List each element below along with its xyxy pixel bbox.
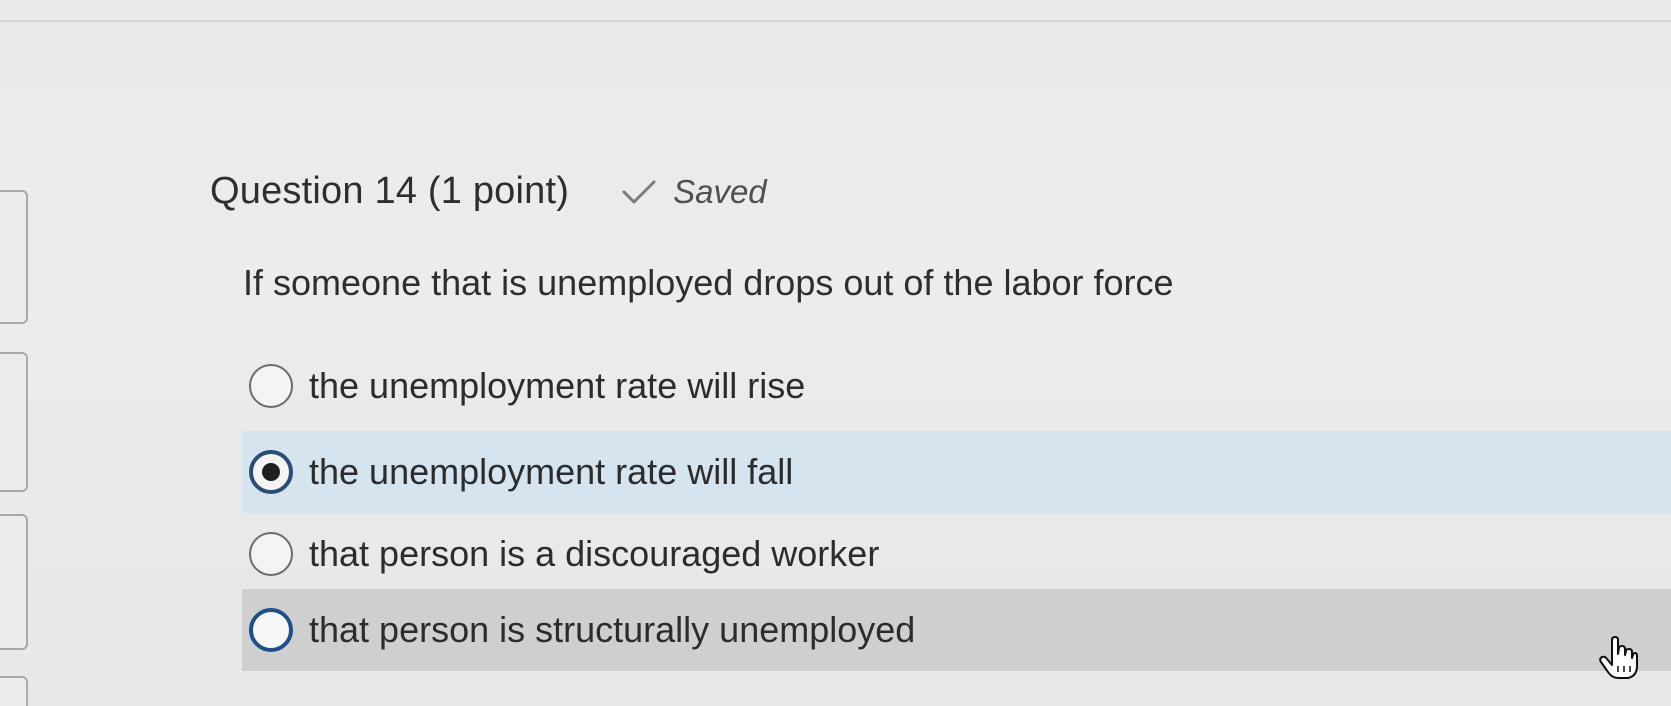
answer-option-label: the unemployment rate will fall: [309, 451, 794, 492]
question-nav-tab[interactable]: [0, 352, 28, 492]
quiz-screen: Question 14 (1 point) Saved If someone t…: [0, 0, 1671, 706]
answer-option-label: that person is structurally unemployed: [309, 609, 916, 650]
question-title: Question 14 (1 point): [210, 170, 570, 212]
top-divider: [0, 20, 1671, 22]
check-icon: [619, 177, 659, 207]
radio-button[interactable]: [249, 608, 293, 652]
saved-label: Saved: [673, 172, 767, 210]
question-nav-tab[interactable]: [0, 676, 28, 706]
answer-option-label: the unemployment rate will rise: [309, 365, 806, 406]
radio-button-checked[interactable]: [249, 450, 293, 494]
answer-option-hovered[interactable]: that person is structurally unemployed: [242, 589, 1671, 671]
question-prompt: If someone that is unemployed drops out …: [243, 262, 1174, 303]
answer-option[interactable]: that person is a discouraged worker: [242, 513, 1671, 595]
question-nav-tab[interactable]: [0, 190, 28, 324]
answer-option-label: that person is a discouraged worker: [309, 533, 880, 574]
answer-option[interactable]: the unemployment rate will rise: [242, 345, 1671, 427]
question-nav-rail: [0, 0, 30, 706]
radio-button[interactable]: [249, 364, 293, 408]
question-header: Question 14 (1 point) Saved: [210, 170, 767, 213]
saved-status: Saved: [619, 173, 767, 211]
radio-button[interactable]: [249, 532, 293, 576]
question-nav-tab[interactable]: [0, 514, 28, 650]
hand-pointer-icon: [1598, 636, 1638, 680]
answer-option-selected[interactable]: the unemployment rate will fall: [242, 431, 1671, 513]
